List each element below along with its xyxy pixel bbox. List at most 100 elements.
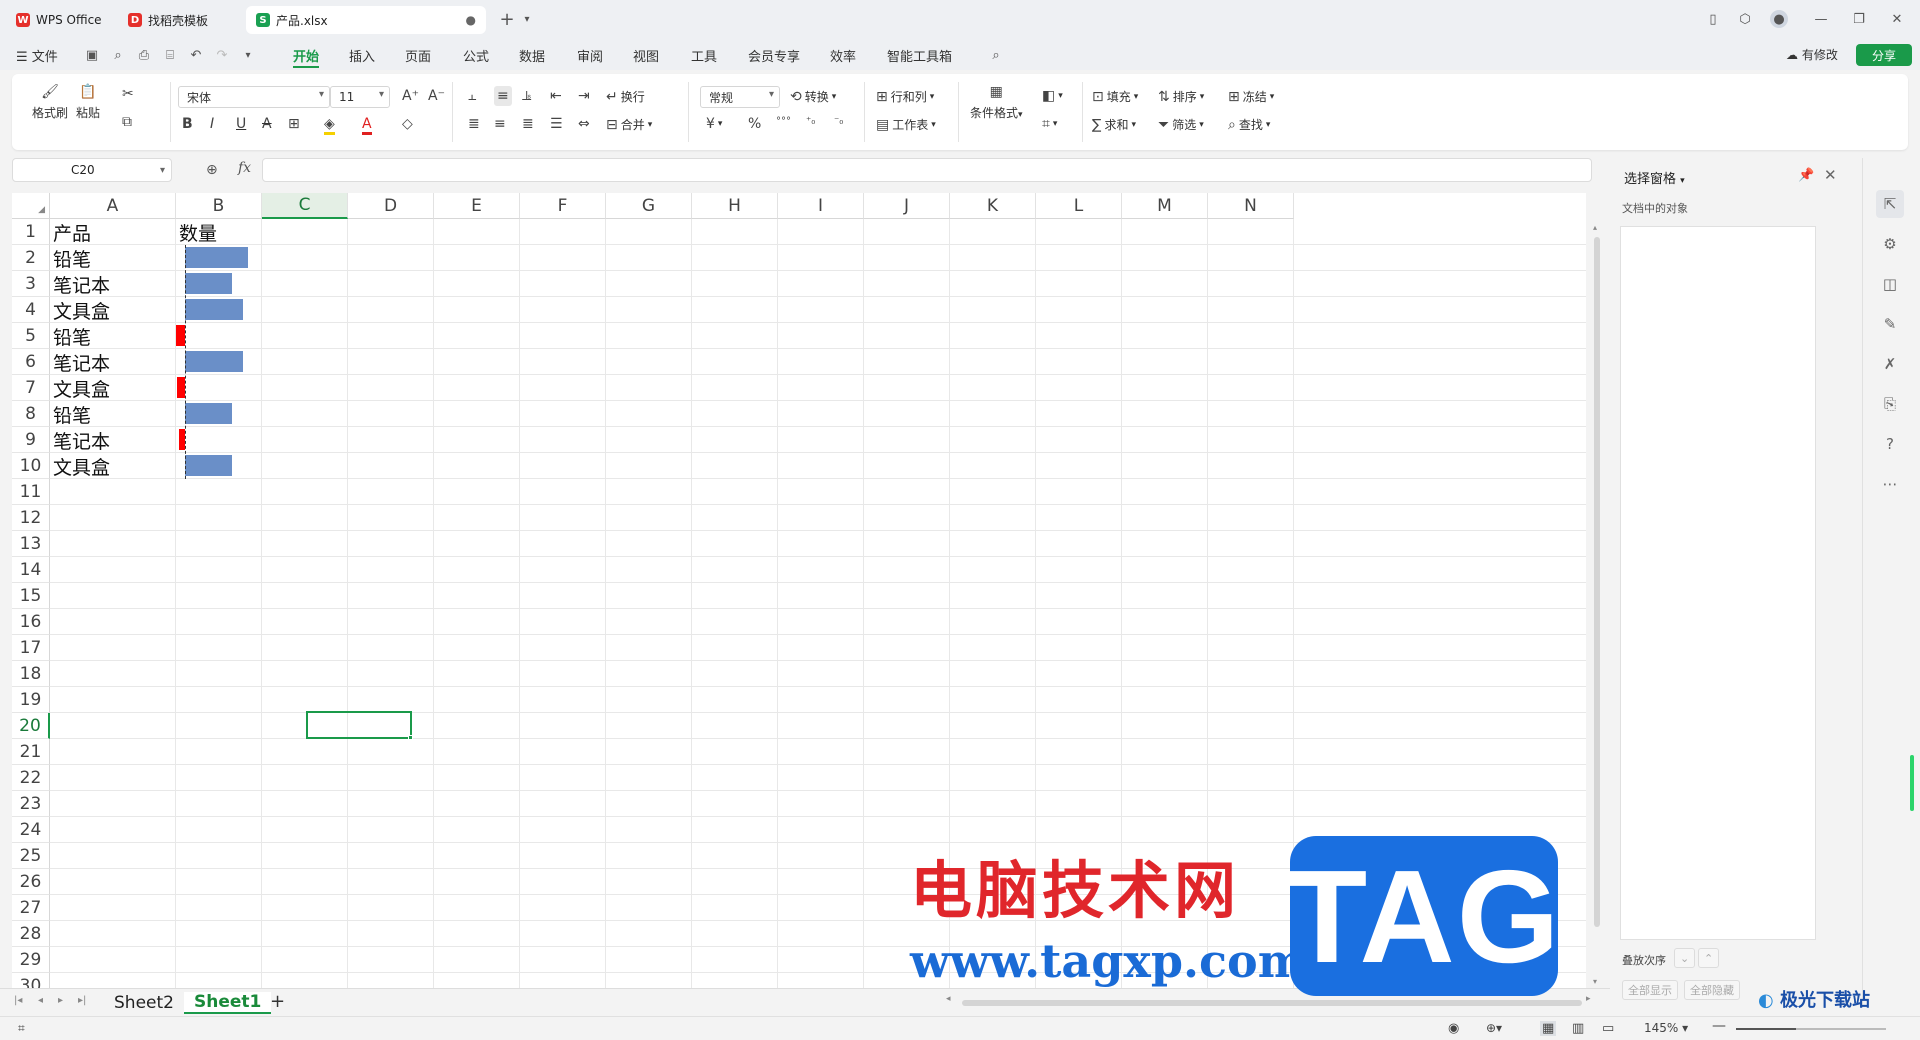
row-header-22[interactable]: 22 <box>12 765 50 791</box>
menu-review[interactable]: 审阅 <box>577 46 603 65</box>
row-header-15[interactable]: 15 <box>12 583 50 609</box>
increase-indent-button[interactable]: ⇥ <box>578 88 590 104</box>
selected-cell-c20[interactable] <box>306 711 412 739</box>
cell-b1[interactable]: 数量 <box>176 219 262 245</box>
translate-icon[interactable]: ⎘ <box>1876 390 1904 418</box>
avatar[interactable]: ● <box>1770 10 1788 28</box>
row-header-5[interactable]: 5 <box>12 323 50 349</box>
row-header-7[interactable]: 7 <box>12 375 50 401</box>
row-header-4[interactable]: 4 <box>12 297 50 323</box>
share-button[interactable]: 分享 <box>1856 44 1912 66</box>
macro-icon[interactable]: ⌗ <box>18 1021 25 1036</box>
select-all-corner[interactable]: ◢ <box>12 193 50 219</box>
row-col-button[interactable]: ⊞ 行和列 ▾ <box>876 88 934 105</box>
tools-icon[interactable]: ✗ <box>1876 350 1904 378</box>
cell-a10[interactable]: 文具盒 <box>50 453 176 479</box>
eye-protection-icon[interactable]: ◉ <box>1448 1021 1459 1036</box>
zoom-out-icon[interactable]: — <box>1712 1018 1726 1034</box>
row-header-30[interactable]: 30 <box>12 973 50 988</box>
minimize-icon[interactable]: — <box>1812 10 1830 28</box>
redo-icon[interactable]: ↷ <box>214 47 230 63</box>
bold-button[interactable]: B <box>182 116 193 132</box>
row-header-25[interactable]: 25 <box>12 843 50 869</box>
row-header-9[interactable]: 9 <box>12 427 50 453</box>
row-header-14[interactable]: 14 <box>12 557 50 583</box>
font-name-select[interactable]: 宋体 ▾ <box>178 86 330 108</box>
attach-icon[interactable]: ⌕ <box>110 47 126 63</box>
thousands-button[interactable]: °°° <box>776 116 791 127</box>
number-format-select[interactable]: 常规 ▾ <box>700 86 780 108</box>
row-header-24[interactable]: 24 <box>12 817 50 843</box>
align-center-button[interactable]: ≡ <box>494 116 506 132</box>
function-icon[interactable]: fx <box>238 160 251 176</box>
comment-icon[interactable]: ◫ <box>1876 270 1904 298</box>
more-icon[interactable]: ⋯ <box>1876 470 1904 498</box>
row-header-3[interactable]: 3 <box>12 271 50 297</box>
row-header-19[interactable]: 19 <box>12 687 50 713</box>
scroll-thumb[interactable] <box>1594 237 1600 927</box>
column-header-e[interactable]: E <box>434 193 520 219</box>
column-header-i[interactable]: I <box>778 193 864 219</box>
column-header-b[interactable]: B <box>176 193 262 219</box>
increase-decimal-button[interactable]: ⁺₀ <box>806 116 815 127</box>
decrease-decimal-button[interactable]: ⁻₀ <box>834 116 843 127</box>
cut-button[interactable]: ✂ <box>122 86 134 102</box>
select-cursor-icon[interactable]: ⇱ <box>1876 190 1904 218</box>
row-header-23[interactable]: 23 <box>12 791 50 817</box>
paste-button[interactable]: 📋 粘贴 <box>76 84 100 121</box>
cell-style-button[interactable]: ◧ ▾ <box>1042 88 1063 104</box>
column-header-j[interactable]: J <box>864 193 950 219</box>
print-preview-icon[interactable]: ⌸ <box>162 47 178 63</box>
menu-tools[interactable]: 工具 <box>691 46 717 65</box>
row-header-2[interactable]: 2 <box>12 245 50 271</box>
cell-a8[interactable]: 铅笔 <box>50 401 176 427</box>
decrease-indent-button[interactable]: ⇤ <box>550 88 562 104</box>
strikethrough-button[interactable]: A <box>262 116 272 132</box>
properties-icon[interactable]: ⚙ <box>1876 230 1904 258</box>
menu-insert[interactable]: 插入 <box>349 46 375 65</box>
close-icon[interactable]: ✕ <box>1824 166 1837 184</box>
name-box[interactable]: C20 ▾ <box>12 158 172 182</box>
column-header-l[interactable]: L <box>1036 193 1122 219</box>
locate-icon[interactable]: ⊕▾ <box>1486 1021 1502 1035</box>
has-changes-indicator[interactable]: ☁ 有修改 <box>1786 46 1838 63</box>
fill-button[interactable]: ⊡ 填充 ▾ <box>1092 88 1138 105</box>
row-header-29[interactable]: 29 <box>12 947 50 973</box>
menu-page[interactable]: 页面 <box>405 46 431 65</box>
underline-button[interactable]: U <box>236 116 246 132</box>
conditional-format-button[interactable]: ▦ 条件格式▾ <box>970 84 1023 121</box>
help-icon[interactable]: ? <box>1876 430 1904 458</box>
show-all-button[interactable]: 全部显示 <box>1622 980 1678 1000</box>
decrease-font-button[interactable]: A⁻ <box>428 88 445 104</box>
sort-button[interactable]: ⇅ 排序 ▾ <box>1158 88 1204 105</box>
column-header-m[interactable]: M <box>1122 193 1208 219</box>
tab-docer-templates[interactable]: D 找稻壳模板 <box>118 6 218 34</box>
percent-button[interactable]: % <box>748 116 761 132</box>
fill-color-button[interactable]: ◈ <box>324 116 335 135</box>
row-header-18[interactable]: 18 <box>12 661 50 687</box>
page-layout-icon[interactable]: ▥ <box>1572 1021 1584 1036</box>
chevron-down-icon[interactable]: ▾ <box>518 10 536 28</box>
save-icon[interactable]: ▣ <box>84 47 100 63</box>
new-tab-plus-icon[interactable]: + <box>498 9 516 30</box>
objects-list[interactable] <box>1620 226 1816 940</box>
row-header-12[interactable]: 12 <box>12 505 50 531</box>
row-header-16[interactable]: 16 <box>12 609 50 635</box>
row-header-28[interactable]: 28 <box>12 921 50 947</box>
menu-member[interactable]: 会员专享 <box>748 46 800 65</box>
align-bottom-button[interactable]: ⫡ <box>522 88 531 104</box>
prev-sheet-icon[interactable]: ◂ <box>38 995 43 1006</box>
cell-a4[interactable]: 文具盒 <box>50 297 176 323</box>
column-header-c[interactable]: C <box>262 193 348 219</box>
sum-button[interactable]: ∑ 求和 ▾ <box>1092 116 1136 133</box>
cell-a7[interactable]: 文具盒 <box>50 375 176 401</box>
tab-wps-office[interactable]: W WPS Office <box>6 6 112 34</box>
align-right-button[interactable]: ≣ <box>522 116 534 132</box>
pane-title[interactable]: 选择窗格 ▾ <box>1624 168 1685 187</box>
column-header-g[interactable]: G <box>606 193 692 219</box>
add-sheet-icon[interactable]: + <box>270 991 285 1012</box>
tab-spreadsheet[interactable]: S 产品.xlsx ● <box>246 6 486 34</box>
unsaved-dot-icon[interactable]: ● <box>466 13 476 27</box>
cell-a1[interactable]: 产品 <box>50 219 176 245</box>
justify-button[interactable]: ☰ <box>550 116 563 132</box>
